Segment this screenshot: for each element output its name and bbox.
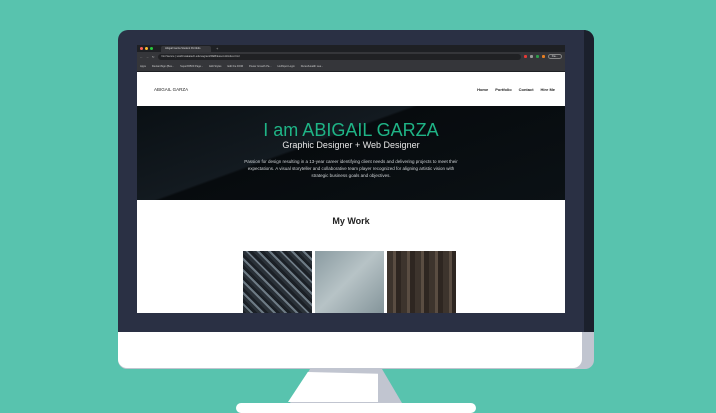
extension-icon[interactable]	[523, 55, 527, 58]
hero-subtitle: Graphic Designer + Web Designer	[282, 140, 420, 150]
bookmark[interactable]: DeviantSign (Bes...	[152, 65, 174, 68]
bookmark[interactable]: Duren/Health Lea...	[301, 65, 324, 68]
bookmark[interactable]: HubSpot Login	[278, 65, 295, 68]
site-nav: Home Portfolio Contact Hire Me	[477, 87, 555, 92]
work-section: My Work	[137, 200, 565, 313]
extension-icon[interactable]	[529, 55, 533, 58]
forward-icon[interactable]: →	[146, 55, 149, 59]
nav-hire-me[interactable]: Hire Me	[541, 87, 555, 92]
browser-tab[interactable]: Abigail Garza Student Portfolio	[161, 45, 211, 52]
minimize-window-icon[interactable]	[145, 47, 148, 50]
site-logo[interactable]: ABIGAIL GARZA	[154, 87, 188, 92]
bookmark[interactable]: Power Growth Pa...	[249, 65, 272, 68]
maximize-window-icon[interactable]	[150, 47, 153, 50]
nav-portfolio[interactable]: Portfolio	[495, 87, 511, 92]
monitor-base	[236, 403, 476, 413]
hero-description: Passion for design resulting in a 13-yea…	[244, 159, 458, 178]
reload-icon[interactable]: ↻	[152, 55, 155, 59]
back-icon[interactable]: ←	[140, 55, 143, 59]
bookmark[interactable]: Superb5500 Page...	[180, 65, 203, 68]
bezel-shade	[584, 30, 594, 333]
bookmarks-bar: Apps DeviantSign (Bes... Superb5500 Page…	[137, 61, 565, 72]
bookmark[interactable]: Edit Styles	[209, 65, 221, 68]
work-title: My Work	[332, 216, 370, 226]
tab-bar: Abigail Garza Student Portfolio +	[137, 45, 565, 52]
monitor-chin	[118, 332, 594, 369]
chin-front	[118, 332, 582, 368]
portfolio-image-letterpress[interactable]	[243, 251, 312, 313]
portfolio-image-wood[interactable]	[387, 251, 456, 313]
url-input[interactable]: Not Secure | wstd3.wakatech.edu/vagrant/…	[157, 53, 521, 60]
security-label: Not Secure	[161, 54, 175, 58]
gallery	[137, 251, 565, 313]
profile-button[interactable]: Pau...	[547, 54, 562, 59]
extension-icon[interactable]	[535, 55, 539, 58]
nav-contact[interactable]: Contact	[519, 87, 534, 92]
bookmark[interactable]: Apps	[140, 65, 146, 68]
url-text: wstd3.wakatech.edu/vagrant/WEB/lesson11/…	[176, 54, 240, 58]
portfolio-image-texture[interactable]	[315, 251, 384, 313]
hero-section: I am ABIGAIL GARZA Graphic Designer + We…	[137, 106, 565, 200]
bookmark[interactable]: Edit the DOM	[227, 65, 243, 68]
new-tab-icon[interactable]: +	[216, 46, 218, 51]
screen: Abigail Garza Student Portfolio + ← → ↻ …	[137, 45, 565, 313]
hero-title: I am ABIGAIL GARZA	[263, 120, 439, 140]
close-window-icon[interactable]	[140, 47, 143, 50]
address-bar-row: ← → ↻ Not Secure | wstd3.wakatech.edu/va…	[137, 52, 565, 61]
extension-icon[interactable]	[541, 55, 545, 58]
nav-home[interactable]: Home	[477, 87, 488, 92]
site-header: ABIGAIL GARZA Home Portfolio Contact Hir…	[137, 72, 565, 106]
